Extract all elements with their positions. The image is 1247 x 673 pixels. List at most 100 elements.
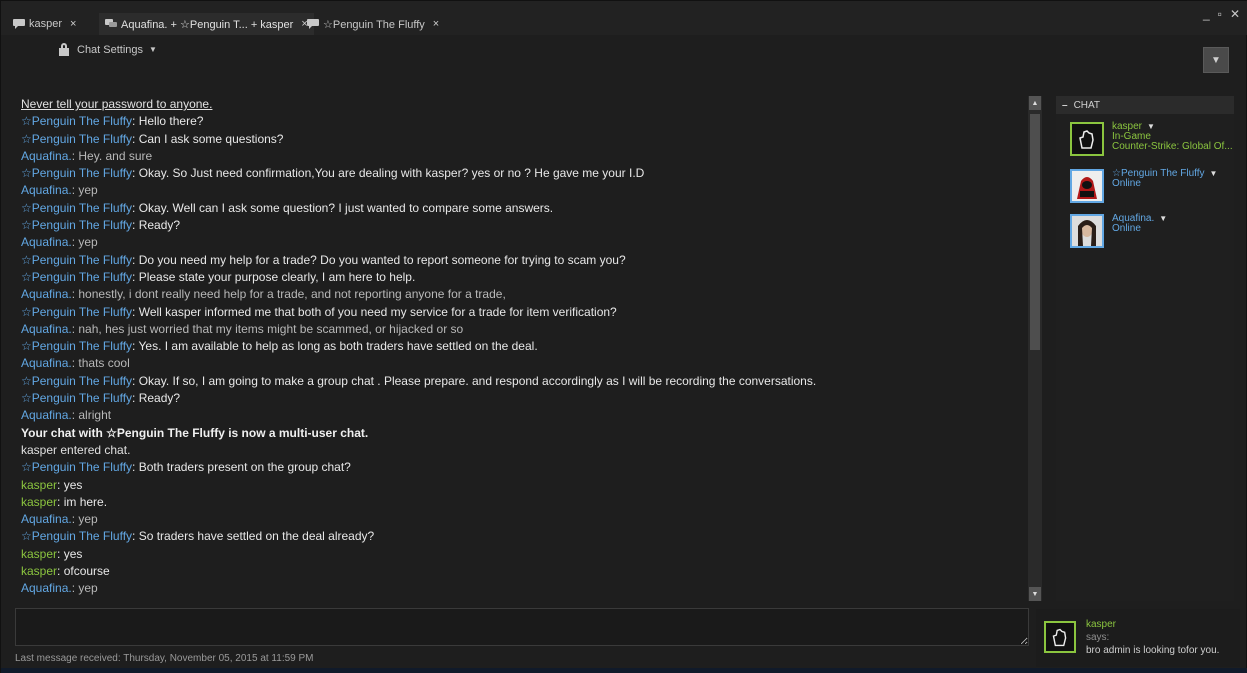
chat-message: ☆Penguin The Fluffy: Can I ask some ques… [21, 131, 1027, 148]
message-sender[interactable]: ☆Penguin The Fluffy [21, 305, 132, 319]
message-sender[interactable]: ☆Penguin The Fluffy [21, 132, 132, 146]
message-text: : nah, hes just worried that my items mi… [71, 321, 464, 336]
avatar [1044, 621, 1076, 653]
message-text: : Please state your purpose clearly, I a… [132, 269, 416, 284]
tab-kasper[interactable]: kasper × [7, 13, 82, 35]
message-sender[interactable]: Aquafina. [21, 322, 72, 336]
member-penguin[interactable]: ☆Penguin The Fluffy ▼ Online [1070, 169, 1217, 203]
last-message-status: Last message received: Thursday, Novembe… [15, 653, 314, 664]
chat-message: ☆Penguin The Fluffy: Okay. So Just need … [21, 165, 1027, 182]
message-sender[interactable]: ☆Penguin The Fluffy [21, 166, 132, 180]
taskbar-strip [1, 668, 1247, 673]
message-text: : yep [71, 581, 98, 596]
chat-message: Aquafina.: nah, hes just worried that my… [21, 321, 1027, 338]
tab-label: ☆Penguin The Fluffy [323, 18, 425, 31]
message-text: : Yes. I am available to help as long as… [132, 339, 538, 354]
chat-message: ☆Penguin The Fluffy: Okay. If so, I am g… [21, 373, 1027, 390]
chat-message: Aquafina.: yep [21, 234, 1027, 251]
chat-message: Aquafina.: honestly, i dont really need … [21, 286, 1027, 303]
chat-message: Aquafina.: yep [21, 511, 1027, 528]
avatar[interactable] [1070, 214, 1104, 248]
message-sender[interactable]: ☆Penguin The Fluffy [21, 529, 132, 543]
message-text: : yep [71, 183, 98, 198]
chevron-down-icon[interactable]: ▼ [1210, 169, 1218, 179]
close-tab-icon[interactable]: × [70, 18, 76, 30]
tab-label: Aquafina. + ☆Penguin T... + kasper [121, 18, 294, 31]
message-sender[interactable]: ☆Penguin The Fluffy [21, 339, 132, 353]
avatar[interactable] [1070, 169, 1104, 203]
message-input[interactable] [15, 608, 1029, 646]
tab-penguin[interactable]: ☆Penguin The Fluffy × [301, 13, 445, 35]
message-sender[interactable]: kasper [21, 547, 57, 561]
notification-sender: kasper [1086, 619, 1117, 630]
tab-bar: kasper × Aquafina. + ☆Penguin T... + kas… [1, 1, 1247, 35]
message-sender[interactable]: ☆Penguin The Fluffy [21, 460, 132, 474]
notification-message: bro admin is looking tofor you. [1086, 645, 1220, 656]
chat-settings-label: Chat Settings [77, 43, 144, 56]
system-message: Your chat with ☆Penguin The Fluffy is no… [21, 425, 369, 440]
chat-bubble-icon [307, 19, 319, 29]
message-sender[interactable]: Aquafina. [21, 356, 72, 370]
scrollbar[interactable]: ▲ ▼ [1028, 96, 1042, 601]
message-sender[interactable]: Aquafina. [21, 183, 72, 197]
message-sender[interactable]: ☆Penguin The Fluffy [21, 218, 132, 232]
message-text: : Can I ask some questions? [132, 131, 284, 146]
message-sender[interactable]: ☆Penguin The Fluffy [21, 270, 132, 284]
message-notification[interactable]: kasper says: bro admin is looking tofor … [1036, 609, 1240, 667]
portrait-avatar-icon [1072, 216, 1102, 246]
message-sender[interactable]: Aquafina. [21, 408, 72, 422]
message-text: : yes [57, 477, 83, 492]
message-sender[interactable]: Aquafina. [21, 512, 72, 526]
scroll-thumb[interactable] [1030, 114, 1040, 350]
message-text: : thats cool [71, 356, 130, 371]
chat-members-header[interactable]: – CHAT [1056, 96, 1234, 114]
message-text: : alright [71, 408, 112, 423]
message-sender[interactable]: ☆Penguin The Fluffy [21, 391, 132, 405]
notification-says: says: [1086, 632, 1110, 643]
members-panel: – CHAT kasper ▼ In-Game Counter-Strike: G… [1056, 96, 1234, 601]
chat-message: ☆Penguin The Fluffy: Both traders presen… [21, 459, 1027, 476]
scroll-up-button[interactable]: ▲ [1029, 96, 1041, 110]
close-tab-icon[interactable]: × [433, 18, 439, 30]
message-sender[interactable]: kasper [21, 478, 57, 492]
message-text: : Well kasper informed me that both of y… [132, 304, 617, 319]
chevron-down-icon[interactable]: ▼ [1159, 214, 1167, 224]
scroll-down-button[interactable]: ▼ [1029, 587, 1041, 601]
chat-message: Aquafina.: alright [21, 407, 1027, 424]
message-sender[interactable]: kasper [21, 495, 57, 509]
options-dropdown-button[interactable]: ▼ [1203, 47, 1229, 73]
message-sender[interactable]: ☆Penguin The Fluffy [21, 201, 132, 215]
chat-settings-button[interactable]: Chat Settings ▼ [59, 43, 157, 56]
member-kasper[interactable]: kasper ▼ In-Game Counter-Strike: Global O… [1070, 122, 1233, 156]
window-controls: _ ▫ ✕ [1203, 7, 1240, 21]
message-sender[interactable]: Aquafina. [21, 235, 72, 249]
message-sender[interactable]: ☆Penguin The Fluffy [21, 253, 132, 267]
chat-message: ☆Penguin The Fluffy: Okay. Well can I as… [21, 200, 1027, 217]
tab-group-chat[interactable]: Aquafina. + ☆Penguin T... + kasper × [99, 13, 314, 35]
hand-avatar-icon [1046, 623, 1074, 651]
chat-message: ☆Penguin The Fluffy: So traders have set… [21, 528, 1027, 545]
close-window-button[interactable]: ✕ [1230, 7, 1240, 21]
chat-bubble-icon [13, 19, 25, 29]
chat-message: kasper: yes [21, 477, 1027, 494]
chat-message: kasper: im here. [21, 494, 1027, 511]
message-sender[interactable]: ☆Penguin The Fluffy [21, 114, 132, 128]
minimize-button[interactable]: _ [1203, 7, 1210, 21]
restore-button[interactable]: ▫ [1218, 7, 1222, 21]
system-message: kasper entered chat. [21, 442, 131, 457]
chat-message: Never tell your password to anyone. [21, 96, 1027, 113]
message-sender[interactable]: Aquafina. [21, 581, 72, 595]
member-status: Online [1112, 178, 1141, 189]
message-sender[interactable]: kasper [21, 564, 57, 578]
message-text: : Both traders present on the group chat… [132, 460, 351, 475]
message-sender[interactable]: Aquafina. [21, 287, 72, 301]
message-sender[interactable]: ☆Penguin The Fluffy [21, 374, 132, 388]
message-sender[interactable]: Aquafina. [21, 149, 72, 163]
message-log: Never tell your password to anyone. ☆Peng… [15, 96, 1027, 601]
group-chat-icon [105, 19, 117, 27]
avatar[interactable] [1070, 122, 1104, 156]
collapse-icon[interactable]: – [1062, 100, 1068, 111]
member-aquafina[interactable]: Aquafina. ▼ Online [1070, 214, 1167, 248]
chat-window: kasper × Aquafina. + ☆Penguin T... + kas… [0, 0, 1247, 673]
security-warning: Never tell your password to anyone. [21, 97, 213, 111]
